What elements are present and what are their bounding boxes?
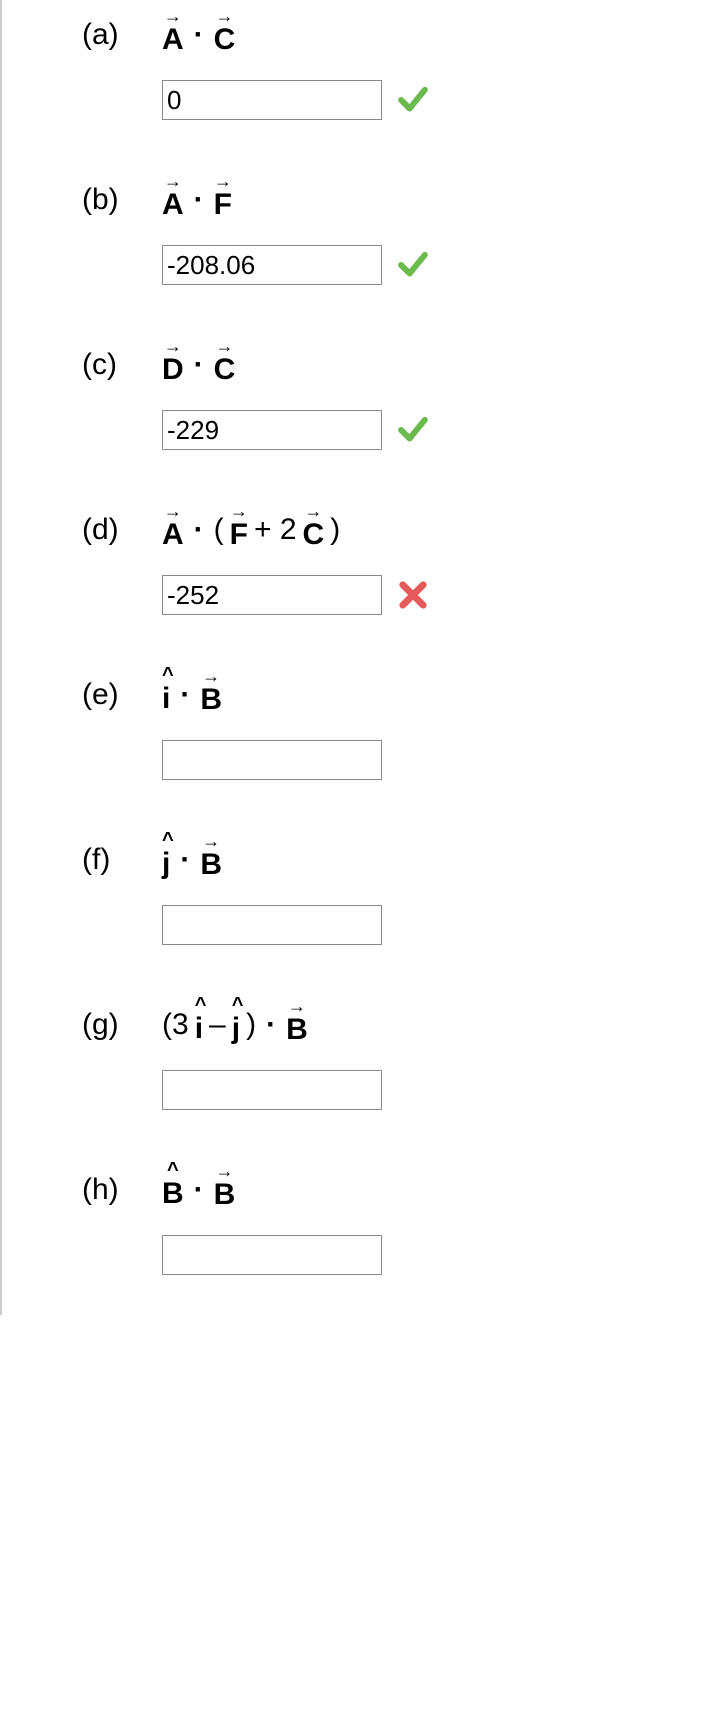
question-h-prompt: (h) ^B · →B	[82, 1165, 716, 1215]
question-f: (f) ^j · →B	[32, 835, 716, 945]
question-a-answer-row	[162, 80, 716, 120]
question-g-answer-row	[162, 1070, 716, 1110]
check-icon	[396, 413, 430, 447]
question-b-answer-row	[162, 245, 716, 285]
question-d-label: (d)	[82, 513, 162, 547]
check-icon	[396, 248, 430, 282]
question-h-label: (h)	[82, 1173, 162, 1207]
question-list: (a) →A · →C (b) →A · →F	[0, 0, 716, 1315]
question-a-prompt: (a) →A · →C	[82, 10, 716, 60]
question-e-answer-row	[162, 740, 716, 780]
question-c-expression: →D · →C	[162, 343, 235, 387]
question-h-expression: ^B · →B	[162, 1168, 235, 1212]
question-b-expression: →A · →F	[162, 178, 232, 222]
question-a-input[interactable]	[162, 80, 382, 120]
question-d-input[interactable]	[162, 575, 382, 615]
question-e-prompt: (e) ^i · →B	[82, 670, 716, 720]
question-f-answer-row	[162, 905, 716, 945]
question-e-label: (e)	[82, 678, 162, 712]
question-d-answer-row	[162, 575, 716, 615]
question-c-input[interactable]	[162, 410, 382, 450]
question-g-prompt: (g) (3 ^i – ^j ) · →B	[82, 1000, 716, 1050]
question-d-prompt: (d) →A · ( →F + 2 →C )	[82, 505, 716, 555]
question-g-label: (g)	[82, 1008, 162, 1042]
question-b-prompt: (b) →A · →F	[82, 175, 716, 225]
question-h-input[interactable]	[162, 1235, 382, 1275]
question-c: (c) →D · →C	[32, 340, 716, 450]
question-b-input[interactable]	[162, 245, 382, 285]
question-d-expression: →A · ( →F + 2 →C )	[162, 508, 340, 552]
question-c-answer-row	[162, 410, 716, 450]
question-e-input[interactable]	[162, 740, 382, 780]
question-a-expression: →A · →C	[162, 13, 235, 57]
question-c-prompt: (c) →D · →C	[82, 340, 716, 390]
question-g-expression: (3 ^i – ^j ) · →B	[162, 1003, 308, 1047]
question-d: (d) →A · ( →F + 2 →C )	[32, 505, 716, 615]
question-h: (h) ^B · →B	[32, 1165, 716, 1275]
question-g: (g) (3 ^i – ^j ) · →B	[32, 1000, 716, 1110]
question-f-input[interactable]	[162, 905, 382, 945]
x-icon	[396, 578, 430, 612]
question-f-prompt: (f) ^j · →B	[82, 835, 716, 885]
question-a-label: (a)	[82, 18, 162, 52]
question-f-label: (f)	[82, 843, 162, 877]
check-icon	[396, 83, 430, 117]
question-f-expression: ^j · →B	[162, 838, 222, 882]
question-c-label: (c)	[82, 348, 162, 382]
question-e-expression: ^i · →B	[162, 673, 222, 717]
question-e: (e) ^i · →B	[32, 670, 716, 780]
question-a: (a) →A · →C	[32, 10, 716, 120]
question-b: (b) →A · →F	[32, 175, 716, 285]
question-h-answer-row	[162, 1235, 716, 1275]
question-g-input[interactable]	[162, 1070, 382, 1110]
question-b-label: (b)	[82, 183, 162, 217]
